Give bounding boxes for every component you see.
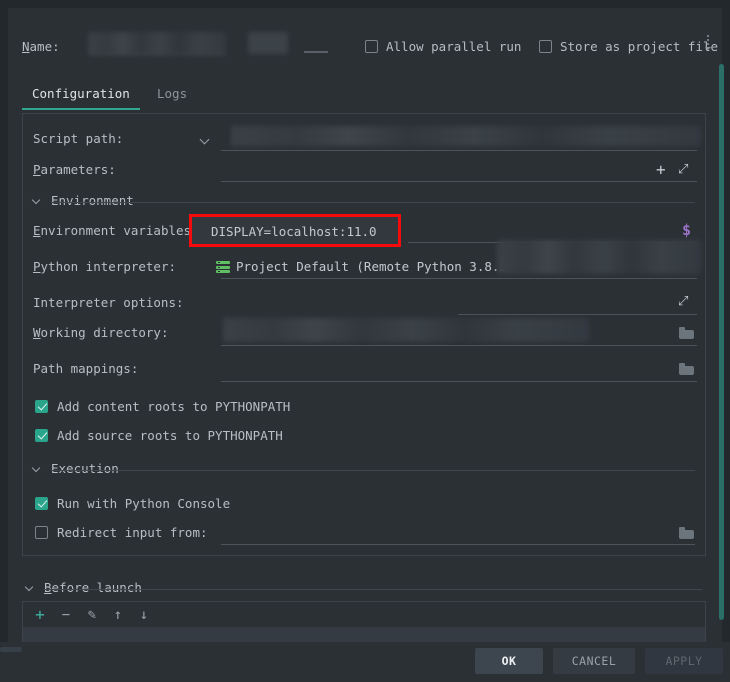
working-directory-input[interactable] bbox=[223, 318, 589, 342]
parameters-underline bbox=[221, 181, 697, 182]
script-path-row: Script path: bbox=[23, 124, 707, 154]
environment-section-label: Environment bbox=[51, 193, 142, 208]
allow-parallel-run-checkbox[interactable]: Allow parallel run bbox=[365, 39, 521, 54]
remove-button[interactable]: − bbox=[57, 606, 75, 624]
checkbox-box bbox=[539, 40, 552, 53]
window-top-edge bbox=[0, 0, 730, 8]
expand-editor-icon[interactable]: ⤢ bbox=[678, 295, 692, 309]
store-as-project-file-checkbox[interactable]: Store as project file bbox=[539, 39, 718, 54]
parameters-label: Parameters: bbox=[33, 162, 116, 177]
python-interpreter-underline bbox=[221, 278, 697, 279]
python-interpreter-label: Python interpreter: bbox=[33, 259, 176, 274]
before-launch-label: Before launch bbox=[44, 580, 150, 595]
section-divider bbox=[51, 470, 695, 471]
apply-button: APPLY bbox=[645, 648, 723, 674]
interpreter-options-label: Interpreter options: bbox=[33, 295, 184, 310]
checkbox-box bbox=[35, 399, 48, 413]
move-up-button[interactable]: ↑ bbox=[109, 606, 127, 624]
allow-parallel-run-label: Allow parallel run bbox=[386, 39, 522, 54]
chevron-down-icon bbox=[33, 197, 41, 205]
expand-editor-icon[interactable]: ⤢ bbox=[678, 163, 692, 177]
dollar-macro-icon[interactable]: $ bbox=[682, 221, 691, 239]
python-interpreter-row[interactable]: Python interpreter: Project Default (Rem… bbox=[23, 240, 707, 282]
name-input-underline bbox=[304, 51, 328, 53]
redirect-input-from-label: Redirect input from: bbox=[57, 524, 208, 540]
ok-button[interactable]: OK bbox=[475, 648, 543, 674]
add-content-roots-checkbox[interactable]: Add content roots to PYTHONPATH bbox=[23, 394, 707, 418]
name-input-overflow[interactable] bbox=[248, 32, 288, 54]
tab-bar: Configuration Logs bbox=[22, 82, 714, 114]
script-path-input[interactable] bbox=[231, 126, 701, 146]
redirect-input-from-checkbox[interactable]: Redirect input from: bbox=[23, 520, 707, 544]
section-divider bbox=[44, 589, 702, 590]
window-left-edge bbox=[0, 0, 8, 682]
script-path-label: Script path: bbox=[33, 131, 124, 146]
dialog-header: Name: Allow parallel run Store as projec… bbox=[8, 8, 722, 56]
tab-configuration[interactable]: Configuration bbox=[22, 82, 140, 110]
python-interpreter-value-redacted bbox=[497, 240, 701, 274]
checkbox-box bbox=[35, 496, 48, 510]
remote-interpreter-icon bbox=[216, 261, 230, 273]
edit-button[interactable]: ✎ bbox=[83, 606, 101, 624]
before-launch-section-header[interactable]: Before launch bbox=[22, 578, 706, 598]
path-mappings-row: Path mappings: bbox=[23, 354, 707, 384]
checkbox-box bbox=[365, 40, 378, 53]
script-path-underline bbox=[221, 150, 697, 151]
section-divider bbox=[51, 202, 695, 203]
dialog-footer: OK CANCEL APPLY bbox=[0, 640, 730, 682]
move-down-button[interactable]: ↓ bbox=[135, 606, 153, 624]
kebab-menu-icon[interactable] bbox=[702, 35, 714, 53]
run-with-python-console-label: Run with Python Console bbox=[57, 495, 231, 511]
redirect-input-underline bbox=[221, 544, 695, 545]
name-input[interactable] bbox=[88, 32, 226, 55]
horizontal-scrollbar[interactable] bbox=[0, 647, 22, 652]
configuration-scroll-panel: Script path: Parameters: + ⤢ Environment… bbox=[22, 113, 706, 556]
parameters-row: Parameters: + ⤢ bbox=[23, 155, 707, 185]
checkbox-box bbox=[35, 428, 48, 442]
interpreter-options-row: Interpreter options: ⤢ bbox=[23, 288, 707, 318]
environment-variables-label: Environment variables: bbox=[33, 223, 199, 238]
execution-section-header[interactable]: Execution bbox=[23, 459, 707, 479]
vertical-scrollbar[interactable] bbox=[719, 64, 724, 620]
python-interpreter-value: Project Default (Remote Python 3.8.5 bbox=[236, 259, 507, 274]
add-content-roots-label: Add content roots to PYTHONPATH bbox=[57, 398, 291, 414]
execution-section-label: Execution bbox=[51, 461, 127, 476]
folder-icon[interactable] bbox=[679, 327, 694, 339]
working-directory-label: Working directory: bbox=[33, 325, 169, 340]
folder-icon[interactable] bbox=[679, 363, 694, 375]
store-as-project-file-label: Store as project file bbox=[560, 39, 719, 54]
checkbox-box bbox=[35, 525, 48, 539]
chevron-down-icon bbox=[33, 465, 41, 473]
tab-logs[interactable]: Logs bbox=[147, 82, 197, 110]
before-launch-toolbar: + − ✎ ↑ ↓ bbox=[22, 601, 706, 627]
run-configuration-dialog: Name: Allow parallel run Store as projec… bbox=[0, 0, 730, 682]
add-source-roots-checkbox[interactable]: Add source roots to PYTHONPATH bbox=[23, 423, 707, 447]
working-directory-row: Working directory: bbox=[23, 318, 707, 348]
interpreter-options-underline bbox=[458, 314, 697, 315]
add-button[interactable]: + bbox=[31, 606, 49, 624]
run-with-python-console-checkbox[interactable]: Run with Python Console bbox=[23, 491, 707, 515]
folder-icon[interactable] bbox=[679, 527, 694, 539]
name-label: Name: bbox=[22, 39, 60, 54]
chevron-down-icon[interactable] bbox=[201, 135, 211, 145]
path-mappings-underline bbox=[221, 381, 697, 382]
add-parameter-icon[interactable]: + bbox=[656, 162, 670, 178]
working-directory-underline bbox=[221, 345, 697, 346]
chevron-down-icon bbox=[24, 582, 34, 592]
environment-variables-input[interactable]: DISPLAY=localhost:11.0 bbox=[211, 224, 377, 239]
cancel-button[interactable]: CANCEL bbox=[553, 648, 635, 674]
add-source-roots-label: Add source roots to PYTHONPATH bbox=[57, 427, 283, 443]
environment-section-header[interactable]: Environment bbox=[23, 191, 707, 211]
path-mappings-label: Path mappings: bbox=[33, 361, 139, 376]
